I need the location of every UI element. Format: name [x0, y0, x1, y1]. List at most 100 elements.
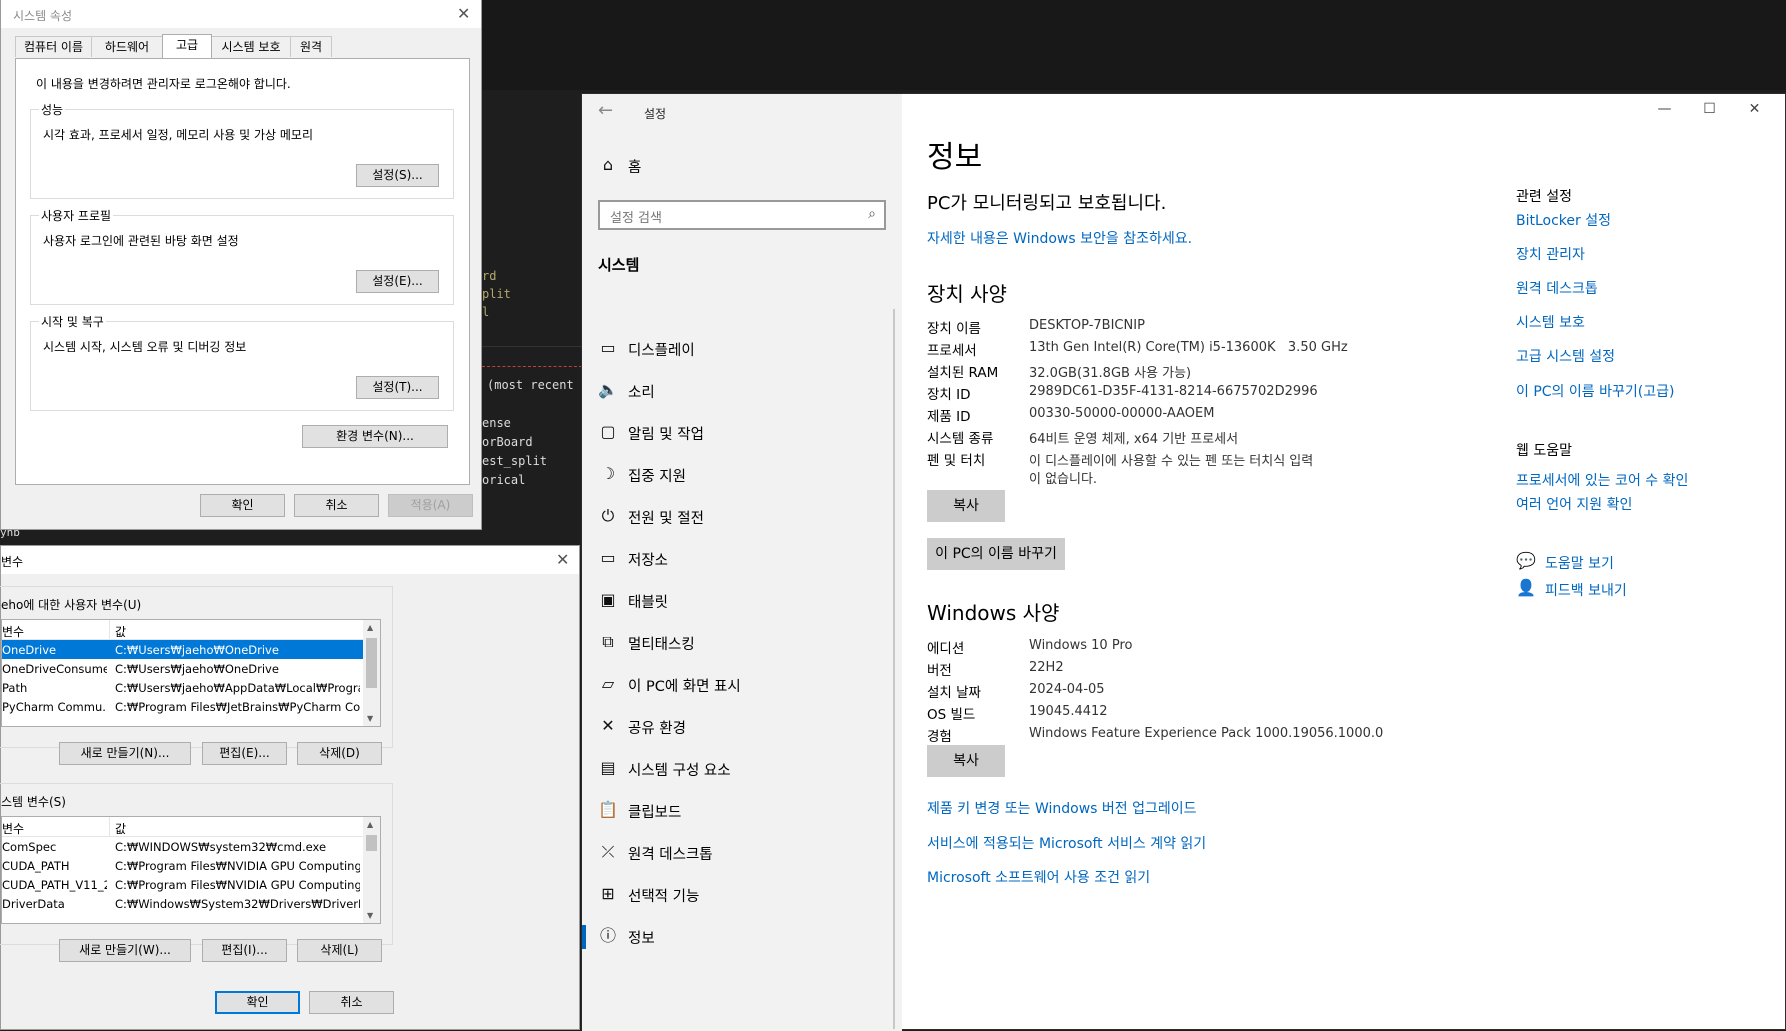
advanced-system-settings-link[interactable]: 고급 시스템 설정 — [1516, 346, 1615, 366]
nav-item-label: 원격 데스크톱 — [628, 847, 713, 863]
user-variables-list[interactable]: 변수 값 OneDrive C:₩Users₩jaeho₩OneDrive On… — [1, 619, 381, 727]
tab-hardware[interactable]: 하드웨어 — [91, 36, 163, 57]
user-new-button[interactable]: 새로 만들기(N)... — [59, 742, 191, 765]
security-link[interactable]: 자세한 내용은 Windows 보안을 참조하세요. — [927, 228, 1192, 248]
system-edit-button[interactable]: 편집(I)... — [202, 939, 287, 962]
nav-item[interactable]: ⓘ 정보 — [582, 917, 902, 957]
system-delete-button[interactable]: 삭제(L) — [297, 939, 382, 962]
variable-name: OneDrive — [2, 643, 57, 657]
rename-pc-advanced-link[interactable]: 이 PC의 이름 바꾸기(고급) — [1516, 381, 1674, 401]
close-icon[interactable]: ✕ — [556, 550, 569, 569]
nav-item[interactable]: ⧉ 멀티태스킹 — [582, 623, 902, 663]
cancel-button[interactable]: 취소 — [294, 494, 379, 517]
user-delete-button[interactable]: 삭제(D) — [297, 742, 382, 765]
system-properties-dialog: 시스템 속성 ✕ 컴퓨터 이름 하드웨어 고급 시스템 보호 원격 이 내용을 … — [0, 0, 482, 530]
copy-device-specs-button[interactable]: 복사 — [927, 490, 1005, 522]
tab-advanced[interactable]: 고급 — [162, 34, 212, 58]
copy-windows-specs-button[interactable]: 복사 — [927, 745, 1005, 777]
scroll-up-icon[interactable]: ▲ — [367, 820, 373, 829]
settings-search-input[interactable]: 설정 검색 ⌕ — [598, 200, 886, 230]
column-header-value[interactable]: 값 — [115, 623, 126, 640]
dialog-titlebar: 변수 ✕ — [1, 546, 579, 574]
nav-item[interactable]: ▤ 시스템 구성 요소 — [582, 749, 902, 789]
nav-item[interactable]: 🔈 소리 — [582, 371, 902, 411]
back-arrow-icon[interactable]: ← — [598, 100, 613, 121]
column-header-variable[interactable]: 변수 — [2, 820, 24, 837]
user-edit-button[interactable]: 편집(E)... — [202, 742, 287, 765]
scrollbar[interactable]: ▲ ▼ — [363, 817, 380, 923]
sidebar-scrollbar[interactable] — [893, 309, 895, 1029]
rename-pc-button[interactable]: 이 PC의 이름 바꾸기 — [927, 538, 1065, 570]
scroll-thumb[interactable] — [366, 638, 377, 688]
system-variables-list[interactable]: 변수 값 ComSpec C:₩WINDOWS₩system32₩cmd.exe… — [1, 816, 381, 924]
spec-value: 00330-50000-00000-AAOEM — [1029, 406, 1215, 421]
nav-item[interactable]: ✕ 공유 환경 — [582, 707, 902, 747]
remote-desktop-link[interactable]: 원격 데스크톱 — [1516, 278, 1598, 298]
cancel-button[interactable]: 취소 — [309, 991, 394, 1014]
nav-item[interactable]: ⤫ 원격 데스크톱 — [582, 833, 902, 873]
processor-cores-link[interactable]: 프로세서에 있는 코어 수 확인 — [1516, 470, 1688, 490]
startup-settings-button[interactable]: 설정(T)... — [356, 376, 439, 399]
ok-button[interactable]: 확인 — [215, 991, 300, 1014]
nav-item[interactable]: ▣ 태블릿 — [582, 581, 902, 621]
nav-item[interactable]: ☽ 집중 지원 — [582, 455, 902, 495]
nav-item[interactable]: ⊞ 선택적 기능 — [582, 875, 902, 915]
nav-item-label: 태블릿 — [628, 595, 669, 611]
scrollbar[interactable]: ▲ ▼ — [363, 620, 380, 726]
profile-settings-button[interactable]: 설정(E)... — [356, 270, 439, 293]
tab-remote[interactable]: 원격 — [290, 36, 332, 57]
system-new-button[interactable]: 새로 만들기(W)... — [59, 939, 191, 962]
protection-heading: PC가 모니터링되고 보호됩니다. — [927, 193, 1167, 214]
column-header-variable[interactable]: 변수 — [2, 623, 24, 640]
column-header-value[interactable]: 값 — [115, 820, 126, 837]
minimize-icon[interactable]: — — [1642, 94, 1687, 124]
tab-computer-name[interactable]: 컴퓨터 이름 — [15, 36, 92, 57]
apply-button[interactable]: 적용(A) — [388, 494, 473, 517]
table-row[interactable]: Path C:₩Users₩jaeho₩AppData₩Local₩Progra… — [2, 678, 380, 697]
terminal-line: orical — [482, 473, 526, 487]
performance-settings-button[interactable]: 설정(S)... — [356, 164, 439, 187]
table-row[interactable]: OneDriveConsumer C:₩Users₩jaeho₩OneDrive — [2, 659, 380, 678]
group-description: 시각 효과, 프로세서 일정, 메모리 사용 및 가상 메모리 — [43, 128, 313, 142]
table-row[interactable]: DriverData C:₩Windows₩System32₩Drivers₩D… — [2, 894, 380, 913]
nav-item[interactable]: ▢ 알림 및 작업 — [582, 413, 902, 453]
search-icon[interactable]: ⌕ — [868, 206, 876, 222]
tab-system-protection[interactable]: 시스템 보호 — [211, 36, 291, 57]
table-row[interactable]: OneDrive C:₩Users₩jaeho₩OneDrive — [2, 640, 363, 659]
spec-label: 설치 날짜 — [927, 685, 981, 701]
scroll-up-icon[interactable]: ▲ — [367, 623, 373, 632]
close-icon[interactable]: ✕ — [457, 4, 470, 23]
scroll-thumb[interactable] — [366, 835, 377, 851]
spec-value-continued: 이 없습니다. — [1029, 472, 1098, 487]
multi-language-link[interactable]: 여러 언어 지원 확인 — [1516, 494, 1632, 514]
table-row[interactable]: PyCharm Commu... C:₩Program Files₩JetBra… — [2, 697, 380, 716]
service-agreement-link[interactable]: 서비스에 적용되는 Microsoft 서비스 계약 읽기 — [927, 833, 1206, 853]
scroll-down-icon[interactable]: ▼ — [367, 714, 373, 723]
upgrade-link[interactable]: 제품 키 변경 또는 Windows 버전 업그레이드 — [927, 798, 1197, 818]
nav-item[interactable]: ▭ 디스플레이 — [582, 329, 902, 369]
send-feedback-link[interactable]: 피드백 보내기 — [1545, 580, 1627, 600]
nav-item[interactable]: ▭ 저장소 — [582, 539, 902, 579]
ok-button[interactable]: 확인 — [200, 494, 285, 517]
device-manager-link[interactable]: 장치 관리자 — [1516, 244, 1585, 264]
variable-name: CUDA_PATH_V11_2 — [2, 878, 107, 892]
bitlocker-link[interactable]: BitLocker 설정 — [1516, 210, 1611, 230]
nav-item[interactable]: ⏻ 전원 및 절전 — [582, 497, 902, 537]
table-row[interactable]: ComSpec C:₩WINDOWS₩system32₩cmd.exe — [2, 837, 380, 856]
system-protection-link[interactable]: 시스템 보호 — [1516, 312, 1585, 332]
license-terms-link[interactable]: Microsoft 소프트웨어 사용 조건 읽기 — [927, 867, 1150, 887]
table-row[interactable]: CUDA_PATH C:₩Program Files₩NVIDIA GPU Co… — [2, 856, 380, 875]
scroll-down-icon[interactable]: ▼ — [367, 911, 373, 920]
environment-variables-button[interactable]: 환경 변수(N)... — [302, 425, 448, 448]
maximize-icon[interactable]: ☐ — [1687, 94, 1732, 124]
get-help-link[interactable]: 도움말 보기 — [1545, 553, 1614, 573]
nav-item[interactable]: 📋 클립보드 — [582, 791, 902, 831]
spec-label: 프로세서 — [927, 343, 977, 359]
settings-window: ← 설정 ⌂ 홈 설정 검색 ⌕ 시스템 ▭ 디스플레이 🔈 소리 ▢ 알림 및 작업 ☽ 집… — [581, 93, 1786, 1031]
table-row[interactable]: CUDA_PATH_V11_2 C:₩Program Files₩NVIDIA … — [2, 875, 380, 894]
nav-home[interactable]: ⌂ 홈 — [582, 146, 902, 186]
close-icon[interactable]: ✕ — [1732, 94, 1777, 124]
nav-item[interactable]: ▱ 이 PC에 화면 표시 — [582, 665, 902, 705]
spec-value: DESKTOP-7BICNIP — [1029, 318, 1145, 333]
nav-item-icon: ▱ — [601, 674, 615, 693]
